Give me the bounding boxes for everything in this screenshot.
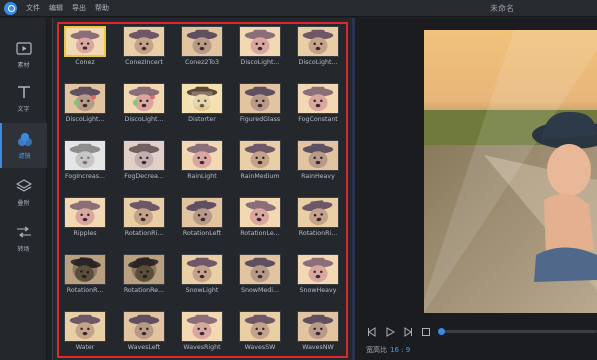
sidebar-item-label: 滤镜 <box>18 153 31 160</box>
text-icon <box>15 84 33 100</box>
sidebar-item-overlay[interactable]: 叠附 <box>0 170 47 215</box>
highlight-box <box>57 22 348 358</box>
aspect-ratio: 宽高比 16 : 9 <box>366 345 410 355</box>
sidebar-item-filter[interactable]: 滤镜 <box>0 123 47 168</box>
menu-export[interactable]: 导出 <box>72 3 86 13</box>
transition-icon <box>15 224 33 240</box>
preview-image <box>424 30 597 313</box>
seek-handle[interactable] <box>438 328 445 335</box>
sidebar-item-transition[interactable]: 转场 <box>0 216 47 261</box>
aspect-ratio-label: 宽高比 <box>366 346 387 354</box>
title-bar: 文件 编辑 导出 帮助 未命名 <box>0 0 597 17</box>
menu-bar: 文件 编辑 导出 帮助 <box>26 3 109 13</box>
filter-icon <box>16 131 34 147</box>
step-forward-icon[interactable] <box>402 326 414 338</box>
app-logo-icon <box>4 2 17 15</box>
sidebar-item-label: 文字 <box>17 106 30 113</box>
menu-help[interactable]: 帮助 <box>95 3 109 13</box>
sidebar: 素材 文字 滤镜 叠附 转场 <box>0 18 47 360</box>
sidebar-item-label: 叠附 <box>17 200 30 207</box>
play-icon[interactable] <box>384 326 396 338</box>
aspect-ratio-value[interactable]: 16 : 9 <box>390 346 410 354</box>
seek-bar[interactable] <box>440 330 597 333</box>
playback-controls <box>366 325 432 339</box>
sidebar-item-text[interactable]: 文字 <box>0 76 47 121</box>
menu-edit[interactable]: 编辑 <box>49 3 63 13</box>
menu-file[interactable]: 文件 <box>26 3 40 13</box>
stop-icon[interactable] <box>420 326 432 338</box>
overlay-icon <box>15 178 33 194</box>
sidebar-item-label: 素材 <box>17 62 30 69</box>
step-back-icon[interactable] <box>366 326 378 338</box>
window-title: 未命名 <box>490 4 514 13</box>
sidebar-item-media[interactable]: 素材 <box>0 32 47 77</box>
sidebar-item-label: 转场 <box>17 246 30 253</box>
media-icon <box>15 40 33 56</box>
